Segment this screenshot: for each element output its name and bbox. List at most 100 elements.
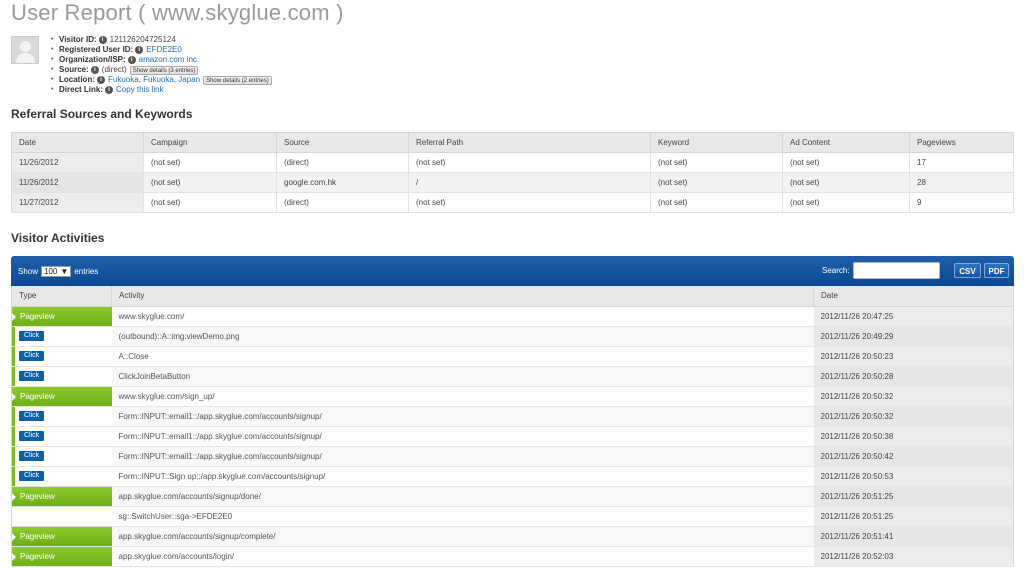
type-cell: Pageview (11, 386, 112, 407)
type-cell: Pageview (11, 306, 112, 327)
table-row: Pageview app.skyglue.com/accounts/signup/… (11, 526, 1014, 547)
table-cell: (not set) (143, 172, 277, 193)
column-header[interactable]: Referral Path (408, 132, 651, 153)
table-cell: / (408, 172, 651, 193)
table-row: 11/27/2012 (not set) (direct) (not set) (not… (11, 192, 1014, 213)
bullet: • (51, 66, 54, 73)
pageview-badge: Pageview (12, 306, 112, 326)
info-icon[interactable]: i (90, 66, 99, 74)
visitor-info-item: • Organization/ISP: i amazon.com inc. (51, 55, 272, 65)
activity-cell: ClickJoinBetaButton (111, 366, 814, 387)
info-label: Visitor ID: (59, 35, 97, 44)
date-cell: 2012/11/26 20:50:32 (813, 406, 1014, 427)
table-row: Click Form::INPUT::email1::/app.skyglue.c… (11, 406, 1014, 427)
table-row: Pageview www.skyglue.com/2012/11/26 20:47… (11, 306, 1014, 327)
info-value[interactable]: amazon.com inc. (139, 55, 199, 65)
info-value[interactable]: Copy this link (116, 85, 164, 95)
date-cell: 2012/11/26 20:50:23 (813, 346, 1014, 367)
activities-table: Type Activity Date Pageview www.skyglue.com… (11, 286, 1014, 567)
date-cell: 2012/11/26 20:50:28 (813, 366, 1014, 387)
pageview-badge: Pageview (12, 546, 112, 566)
pdf-export-button[interactable]: PDF (984, 263, 1009, 278)
type-cell: Click (11, 406, 112, 427)
date-cell: 2012/11/26 20:52:03 (813, 546, 1014, 567)
date-cell: 2012/11/26 20:50:38 (813, 426, 1014, 447)
table-cell: (not set) (408, 192, 651, 213)
table-cell: 11/26/2012 (11, 172, 144, 193)
entries-select[interactable]: 100 ▼ (41, 266, 72, 277)
visitor-info-item: • Visitor ID: i 121126204725124 (51, 35, 272, 45)
table-cell: 28 (909, 172, 1014, 193)
search-input[interactable] (853, 262, 940, 279)
visitor-info-item: • Direct Link: i Copy this link (51, 85, 272, 95)
type-cell: Pageview (11, 526, 112, 547)
table-row: Click (outbound)::A::img:viewDemo.png 2012… (11, 326, 1014, 347)
info-value[interactable]: EFDE2E0 (146, 45, 182, 55)
bullet: • (51, 86, 54, 93)
pageview-badge: Pageview (12, 526, 112, 546)
referral-heading: Referral Sources and Keywords (11, 107, 193, 121)
visitor-info-list: • Visitor ID: i 121126204725124 • Registered … (51, 35, 272, 95)
column-header[interactable]: Campaign (143, 132, 277, 153)
activity-cell: sg::SwitchUser::sga->EFDE2E0 (111, 506, 814, 527)
column-header[interactable]: Keyword (650, 132, 783, 153)
pageview-badge: Pageview (12, 486, 112, 506)
activity-cell: app.skyglue.com/accounts/login/ (111, 546, 814, 567)
column-header[interactable]: Ad Content (782, 132, 910, 153)
click-badge: Click (19, 431, 45, 441)
column-header[interactable]: Activity (111, 286, 814, 307)
column-header[interactable]: Source (276, 132, 409, 153)
date-cell: 2012/11/26 20:47:25 (813, 306, 1014, 327)
activity-cell: (outbound)::A::img:viewDemo.png (111, 326, 814, 347)
info-label: Location: (59, 75, 95, 84)
table-cell: (not set) (782, 192, 910, 213)
search-label: Search: (822, 266, 850, 275)
table-cell: 9 (909, 192, 1014, 213)
type-cell (11, 506, 112, 527)
table-row: Pageview app.skyglue.com/accounts/signup/… (11, 486, 1014, 507)
table-row: sg::SwitchUser::sga->EFDE2E0 2012/11/26 2… (11, 506, 1014, 527)
info-value[interactable]: Fukuoka, Fukuoka, Japan (108, 75, 200, 85)
click-badge: Click (19, 331, 45, 341)
info-label: Source: (59, 65, 89, 74)
visitor-info-item: • Location: i Fukuoka, Fukuoka, Japan Show d… (51, 75, 272, 85)
click-badge: Click (19, 351, 45, 361)
activity-cell: app.skyglue.com/accounts/signup/done/ (111, 486, 814, 507)
info-icon[interactable]: i (97, 76, 105, 84)
activities-toolbar: Show 100 ▼ entries Search: CSV PDF (11, 256, 1014, 286)
csv-export-button[interactable]: CSV (954, 263, 981, 278)
info-icon[interactable]: i (98, 36, 107, 44)
type-cell: Pageview (11, 546, 112, 567)
info-label: Direct Link: (59, 85, 104, 94)
table-cell: (not set) (650, 152, 783, 173)
column-header[interactable]: Date (813, 286, 1014, 307)
column-header[interactable]: Pageviews (909, 132, 1014, 153)
column-header[interactable]: Date (11, 132, 144, 153)
info-value: 121126204725124 (109, 35, 176, 44)
table-row: Pageview www.skyglue.com/sign_up/2012/11/… (11, 386, 1014, 407)
date-cell: 2012/11/26 20:51:25 (813, 506, 1014, 527)
table-cell: 11/27/2012 (11, 192, 144, 213)
date-cell: 2012/11/26 20:50:53 (813, 466, 1014, 487)
date-cell: 2012/11/26 20:50:42 (813, 446, 1014, 467)
info-label: Organization/ISP: (59, 55, 126, 64)
info-icon[interactable]: i (127, 56, 136, 64)
table-row: Click A::Close 2012/11/26 20:50:23 (11, 346, 1014, 367)
page-title: User Report ( www.skyglue.com ) (11, 0, 344, 25)
info-value: (direct) (101, 65, 127, 74)
show-details-button[interactable]: Show details (3 entries) (129, 65, 199, 75)
info-icon[interactable]: i (135, 46, 144, 54)
info-icon[interactable]: i (105, 86, 114, 94)
click-badge: Click (19, 451, 45, 461)
click-badge: Click (19, 371, 45, 381)
type-cell: Click (11, 446, 112, 467)
activity-cell: app.skyglue.com/accounts/signup/complete… (111, 526, 814, 547)
table-row: Click Form::INPUT::email1::/app.skyglue.c… (11, 426, 1014, 447)
show-details-button[interactable]: Show details (2 entries) (203, 75, 272, 85)
table-row: Click Form::INPUT::Sign up::/app.skyglue.… (11, 466, 1014, 487)
type-cell: Pageview (11, 486, 112, 507)
activity-cell: Form::INPUT::email1::/app.skyglue.com/ac… (111, 446, 814, 467)
table-cell: (not set) (782, 152, 910, 173)
column-header[interactable]: Type (11, 286, 112, 307)
activity-cell: Form::INPUT::email1::/app.skyglue.com/ac… (111, 406, 814, 427)
